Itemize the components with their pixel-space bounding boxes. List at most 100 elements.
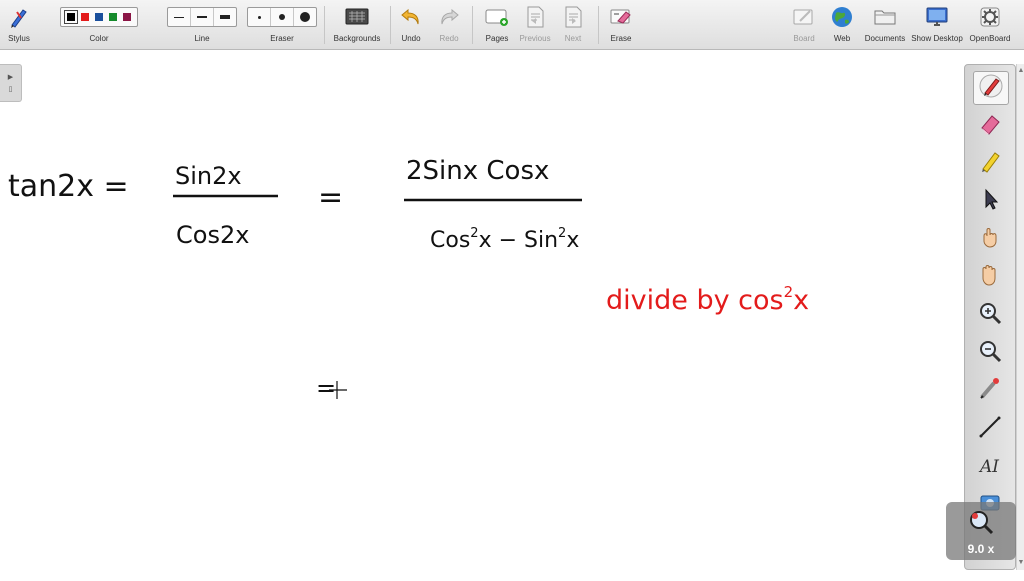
add-page-icon xyxy=(484,6,510,28)
marker-tool[interactable] xyxy=(973,147,1007,179)
eraser-large-option[interactable] xyxy=(294,8,316,26)
line-label: Line xyxy=(194,34,210,43)
pen-tool-icon xyxy=(978,73,1004,104)
scroll-down-arrow-icon[interactable]: ▼ xyxy=(1017,558,1024,568)
openboard-button[interactable]: OpenBoard xyxy=(966,0,1014,50)
color-swatch-black[interactable] xyxy=(64,10,78,24)
erase-button[interactable]: Erase xyxy=(604,0,638,50)
next-label: Next xyxy=(564,34,582,43)
pen-tool[interactable] xyxy=(973,71,1009,105)
selector-tool[interactable] xyxy=(973,185,1007,217)
documents-label: Documents xyxy=(864,34,906,43)
board-button[interactable]: Board xyxy=(786,0,822,50)
zoom-indicator: 9.0 x xyxy=(946,502,1016,560)
numerator-2sinxcosx: 2Sinx Cosx xyxy=(406,156,549,186)
color-swatch-green[interactable] xyxy=(109,13,117,21)
line-tool-icon xyxy=(977,414,1003,445)
tool-palette: AI xyxy=(964,64,1016,570)
den-exp-1: 2 xyxy=(470,226,478,241)
interactor-tool-icon xyxy=(977,224,1003,255)
scroll-up-arrow-icon[interactable]: ▲ xyxy=(1017,66,1024,76)
hand-tool[interactable] xyxy=(973,261,1007,293)
toolbar-separator xyxy=(390,6,391,44)
web-label: Web xyxy=(833,34,851,43)
undo-label: Undo xyxy=(401,34,421,43)
vertical-scrollbar[interactable]: ▲ ▼ xyxy=(1016,64,1024,570)
color-group: Color xyxy=(44,0,154,50)
marker-tool-icon xyxy=(977,148,1003,179)
color-swatch-red[interactable] xyxy=(81,13,89,21)
redo-label: Redo xyxy=(439,34,459,43)
next-page-button[interactable]: Next xyxy=(556,0,590,50)
toolbar-separator xyxy=(598,6,599,44)
globe-icon xyxy=(831,6,853,28)
den-mid: x − Sin xyxy=(479,228,558,253)
line-thick-option[interactable] xyxy=(214,8,236,26)
laser-pointer-tool-icon xyxy=(977,376,1003,407)
zoom-in-tool[interactable] xyxy=(973,299,1007,331)
show-desktop-button[interactable]: Show Desktop xyxy=(910,0,964,50)
line-medium-option[interactable] xyxy=(191,8,214,26)
zoom-in-tool-icon xyxy=(977,300,1003,331)
previous-page-icon xyxy=(525,6,545,28)
equals-sign: = xyxy=(318,180,343,215)
color-swatch-blue[interactable] xyxy=(95,13,103,21)
stylus-icon xyxy=(8,6,30,28)
zoom-out-tool-icon xyxy=(977,338,1003,369)
den-exp-2: 2 xyxy=(558,226,566,241)
magnifier-icon xyxy=(970,511,994,535)
toolbar-separator xyxy=(472,6,473,44)
note-divide-by-cos2x: divide by cos2x xyxy=(606,283,809,316)
eraser-label: Eraser xyxy=(270,34,294,43)
denominator-cos2x-minus-sin2x: Cos2x − Sin2x xyxy=(430,226,579,253)
gear-icon xyxy=(979,6,1001,28)
text-tool[interactable]: AI xyxy=(973,451,1007,483)
next-page-icon xyxy=(563,6,583,28)
erase-label: Erase xyxy=(610,34,632,43)
whiteboard-canvas[interactable]: tan2x = Sin2x Cos2x = 2Sinx Cosx Cos2x −… xyxy=(0,51,1024,576)
eraser-tool[interactable] xyxy=(973,109,1007,141)
web-button[interactable]: Web xyxy=(826,0,858,50)
laser-pointer-tool[interactable] xyxy=(973,375,1007,407)
toolbar-separator xyxy=(324,6,325,44)
desktop-icon xyxy=(925,6,949,28)
interactor-tool[interactable] xyxy=(973,223,1007,255)
handwriting-layer: tan2x = Sin2x Cos2x = 2Sinx Cosx Cos2x −… xyxy=(8,156,809,402)
zoom-out-tool[interactable] xyxy=(973,337,1007,369)
line-tool[interactable] xyxy=(973,413,1007,445)
note-text: divide by cos xyxy=(606,285,784,316)
erase-page-icon xyxy=(609,6,633,28)
board-label: Board xyxy=(793,34,815,43)
color-swatch-maroon[interactable] xyxy=(123,13,131,21)
color-label: Color xyxy=(89,34,109,43)
backgrounds-label: Backgrounds xyxy=(333,34,381,43)
eraser-group: Eraser xyxy=(247,0,317,50)
svg-text:AI: AI xyxy=(978,457,999,477)
equals-sign-line2: = xyxy=(316,374,336,402)
folder-icon xyxy=(873,6,897,28)
undo-button[interactable]: Undo xyxy=(396,0,426,50)
previous-label: Previous xyxy=(519,34,551,43)
text-tool-icon: AI xyxy=(977,452,1003,483)
backgrounds-button[interactable]: Backgrounds xyxy=(332,0,382,50)
eraser-medium-option[interactable] xyxy=(271,8,294,26)
show-desktop-label: Show Desktop xyxy=(911,34,963,43)
stylus-button[interactable]: Stylus xyxy=(4,0,34,50)
zoom-level: 9.0 x xyxy=(967,542,995,556)
eraser-size-selector xyxy=(247,7,317,27)
top-toolbar: Stylus Color Line Eraser Backgrounds Und… xyxy=(0,0,1024,50)
stylus-label: Stylus xyxy=(8,34,30,43)
previous-page-button[interactable]: Previous xyxy=(518,0,552,50)
redo-button[interactable]: Redo xyxy=(434,0,464,50)
numerator-sin2x: Sin2x xyxy=(175,162,242,190)
line-thin-option[interactable] xyxy=(168,8,191,26)
documents-button[interactable]: Documents xyxy=(862,0,908,50)
eraser-tool-icon xyxy=(977,110,1003,141)
pages-button[interactable]: Pages xyxy=(480,0,514,50)
openboard-label: OpenBoard xyxy=(969,34,1011,43)
lhs-tan2x: tan2x = xyxy=(8,169,129,204)
selector-tool-icon xyxy=(977,186,1003,217)
note-exp: 2 xyxy=(784,283,794,301)
note-x: x xyxy=(793,285,809,316)
eraser-small-option[interactable] xyxy=(248,8,271,26)
